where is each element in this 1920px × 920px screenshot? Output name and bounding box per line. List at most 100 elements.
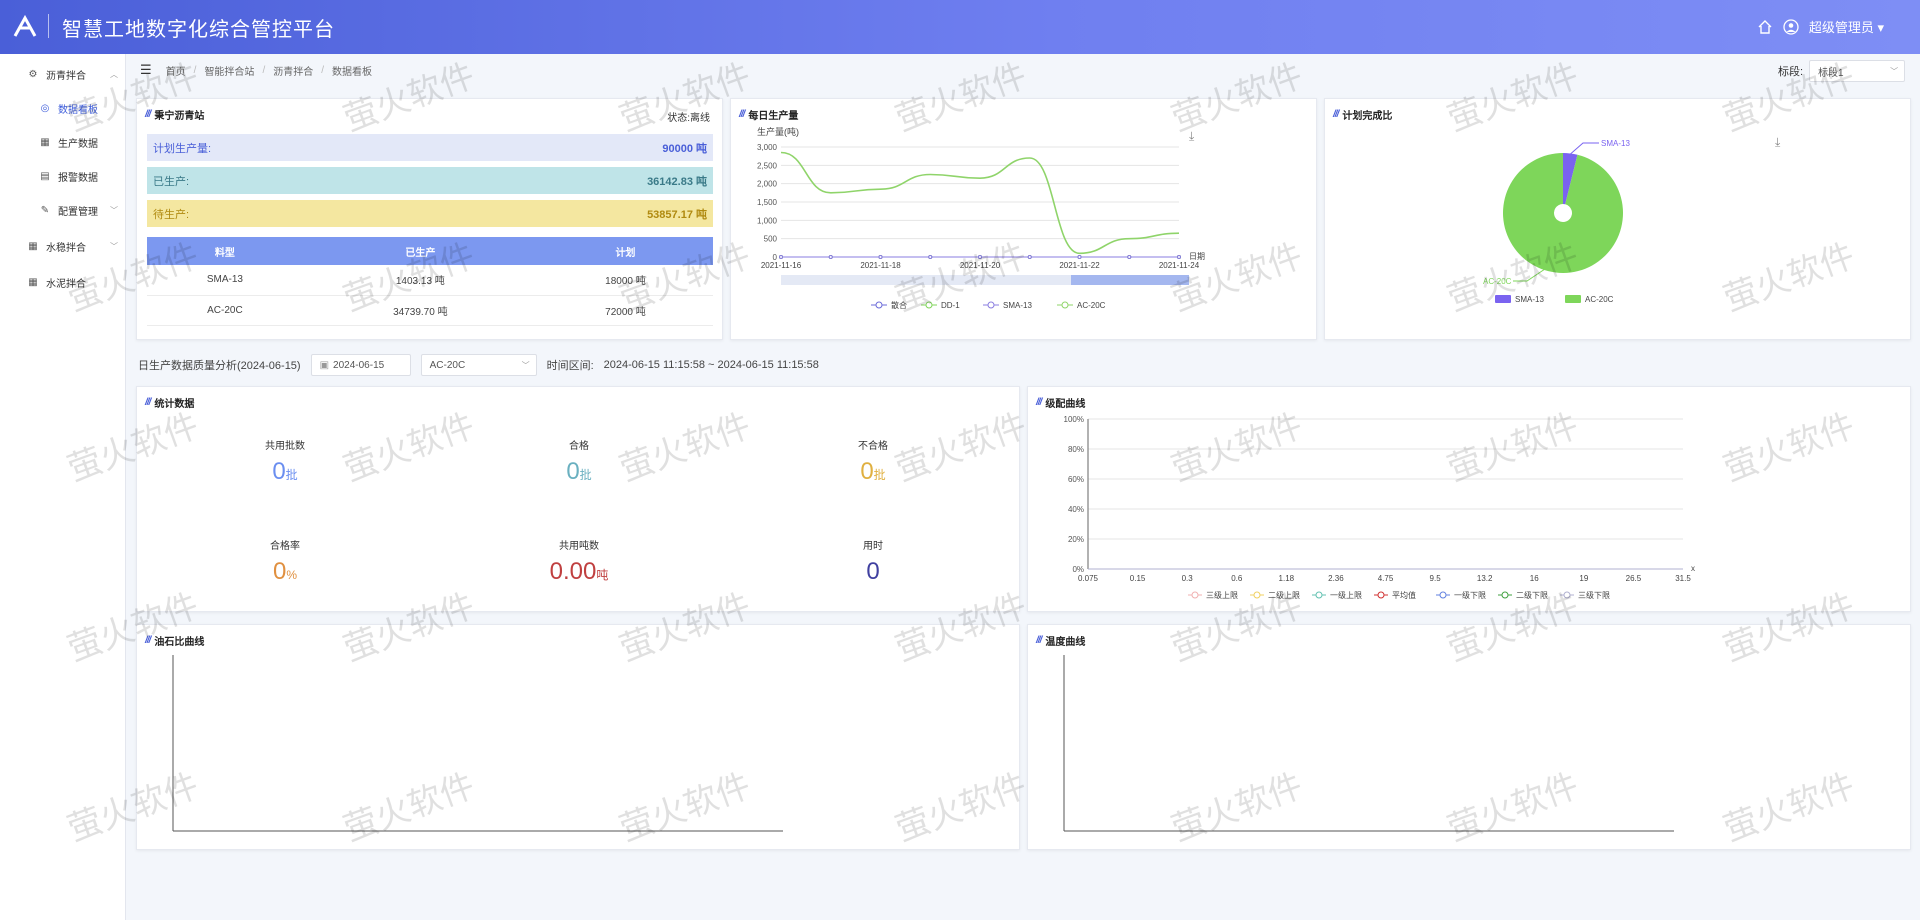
y-tick-label: 2,000 [757,180,778,189]
stat-value: 0 [866,558,880,585]
planned-value: 90000 吨 [662,142,707,155]
sidebar-item-label: 配置管理 [58,206,98,218]
y-tick-label: 80% [1068,445,1084,454]
temperature-panel: ///温度曲线 [1027,624,1911,850]
station-panel: ///秉宁沥青站 状态:离线 计划生产量: 90000 吨 已生产: 36142.8… [136,98,723,340]
produced-value: 36142.83 吨 [647,175,707,188]
data-point [779,255,783,259]
date-value: 2024-06-15 [333,359,385,371]
table-row: SMA-13 1403.13 吨 18000 吨 [147,265,713,296]
menu-toggle-icon[interactable]: ☰ [140,62,152,78]
pie-label: AC-20C [1483,277,1512,286]
legend-label: 三级下限 [1578,590,1610,600]
stat-value: 0 [272,458,286,485]
x-tick-label: 26.5 [1626,574,1642,583]
caret-down-icon: ▾ [1877,20,1884,35]
stat-label: 合格 [569,441,589,452]
table-header: 料型 [147,237,303,265]
legend-label: AC-20C [1077,301,1106,310]
legend-marker [1439,591,1447,599]
chevron-up-icon: ︿ [110,69,118,79]
data-point [1177,255,1181,259]
zoom-slider-handle[interactable] [1071,275,1189,285]
daily-production-panel: ///每日生产量 ⤓ 生产量(吨) 0 500 1,000 1,500 2,000 2,50… [730,98,1317,340]
stat-qualified: 合格 0批 [519,437,639,486]
oilstone-panel: ///油石比曲线 [136,624,1020,850]
radio-icon: ◎ [40,102,50,114]
sidebar-item-label: 报警数据 [58,172,98,184]
stats-panel: ///统计数据 共用批数 0批 合格 0批 不合格 0批 合格率 0% 共用吨数 0.00… [136,386,1020,612]
home-icon[interactable] [1757,19,1773,35]
sidebar-item-label: 数据看板 [58,104,98,116]
legend-marker [1563,591,1571,599]
y-axis-label: 生产量(吨) [757,126,799,137]
breadcrumb-item[interactable]: 首页 [166,63,186,78]
table-cell: 18000 吨 [537,265,713,296]
sidebar-item-dashboard[interactable]: ◎ 数据看板 [0,96,126,120]
table-header: 已生产 [302,237,538,265]
grid-icon: ▦ [28,276,38,288]
legend-label: 一级上限 [1330,590,1362,600]
data-point [1127,255,1132,259]
panel-title: ///秉宁沥青站 [145,107,204,122]
section-select-value: 标段1 [1818,67,1844,79]
stat-label: 共用批数 [265,441,305,452]
section-select[interactable]: 标段1 ﹀ [1809,60,1906,82]
x-tick-label: 31.5 [1675,574,1691,583]
sidebar-item-alarm[interactable]: ▤ 报警数据 [0,164,126,188]
range-label: 时间区间: [546,360,594,372]
mix-select[interactable]: AC-20C ﹀ [420,354,537,376]
stat-value: 0 [272,558,287,585]
data-point [1077,255,1082,259]
table-header: 计划 [537,237,713,265]
chevron-down-icon: ﹀ [110,241,118,251]
stats-title: 统计数据 [154,399,195,410]
breadcrumb-item[interactable]: 沥青拌合 [273,63,313,78]
title-decor-icon: /// [145,397,151,408]
stat-unit: 批 [285,468,298,482]
sidebar-item-config[interactable]: ✎ 配置管理 ﹀ [0,198,126,222]
x-tick-label: 2.36 [1328,574,1344,583]
legend-marker [1061,301,1069,309]
x-tick-label: 0.15 [1130,574,1146,583]
x-tick-label: 2021-11-18 [860,261,901,270]
table-cell: 1403.13 吨 [302,265,538,296]
legend-label: 一级下限 [1454,590,1486,600]
section-selector: 标段: 标段1 ﹀ [1778,60,1906,82]
breadcrumb-item[interactable]: 智能拌合站 [204,63,254,78]
legend-label: 二级上限 [1268,590,1300,600]
x-tick-label: 0.075 [1078,574,1099,583]
y-tick-label: 1,000 [757,216,778,225]
legend-marker [1315,591,1323,599]
sidebar-item-label: 水泥拌合 [46,278,86,290]
user-avatar-icon[interactable] [1783,18,1799,35]
x-tick-label: 2021-11-20 [960,261,1001,270]
mix-table: 料型 已生产 计划 SMA-13 1403.13 吨 18000 吨 AC-20C 3… [147,237,713,326]
mix-select-value: AC-20C [429,359,466,371]
app-title: 智慧工地数字化综合管控平台 [62,19,335,41]
sidebar-item-cement[interactable]: ▦ 水泥拌合 [0,270,126,294]
sidebar-item-asphalt[interactable]: ⚙ 沥青拌合 ︿ [0,62,126,86]
pie-label-line [1513,268,1546,282]
x-tick-label: 0.3 [1182,574,1194,583]
legend-marker [875,301,883,309]
user-menu[interactable]: 超级管理员 ▾ [1809,17,1884,36]
stat-total-batches: 共用批数 0批 [225,437,345,486]
y-tick-label: 20% [1068,535,1084,544]
grading-panel: ///级配曲线 0% 20% 40% 60% 80% 100% 0.075 0.15 0.3 0.… [1027,386,1911,612]
date-picker[interactable]: ▣ 2024-06-15 [310,354,411,376]
x-tick-label: 16 [1530,574,1539,583]
grid-icon: ▦ [28,240,38,252]
sidebar-item-water-stable[interactable]: ▦ 水稳拌合 ﹀ [0,234,126,258]
legend-label: AC-20C [1585,295,1614,304]
breadcrumb: ☰ 首页 / 智能拌合站 / 沥青拌合 / 数据看板 [140,62,372,78]
legend-label: DD-1 [941,301,960,310]
sidebar-item-production[interactable]: ▦ 生产数据 [0,130,126,154]
legend-marker [1501,591,1509,599]
app-header: 智慧工地数字化综合管控平台 超级管理员 ▾ [0,0,1920,54]
temperature-chart [1063,655,1674,832]
doc-icon: ▤ [40,170,50,182]
grading-chart: 0% 20% 40% 60% 80% 100% 0.075 0.15 0.3 0.6 1.18 2.3… [1064,415,1695,600]
plan-completion-chart: SMA-13AC-20CSMA-13 AC-20C [1483,139,1630,304]
legend-label: SMA-13 [1003,301,1032,310]
